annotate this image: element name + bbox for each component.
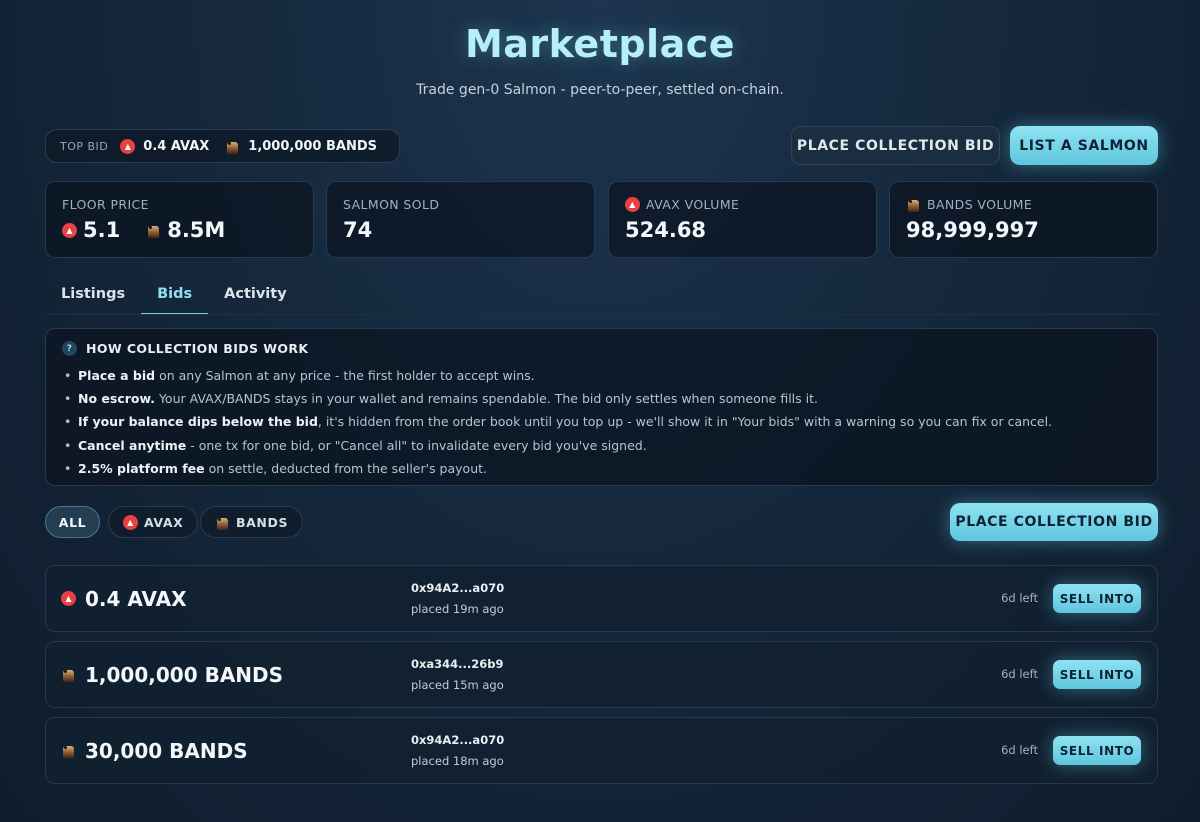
tab-bar: Listings Bids Activity [45, 279, 303, 315]
bid-amount: 1,000,000 BANDS [85, 662, 284, 687]
avax-icon: ▲ [62, 222, 77, 238]
bid-row: 30,000 BANDS 0x94A2...a070 placed 18m ag… [45, 717, 1158, 784]
bid-time-left: 6d left [1001, 591, 1038, 605]
tab-bids[interactable]: Bids [141, 279, 209, 315]
top-bid-avax: 0.4 AVAX [143, 138, 210, 154]
info-item: If your balance dips below the bid, it's… [62, 410, 1141, 433]
bid-amount: 30,000 BANDS [85, 738, 248, 763]
info-item: No escrow. Your AVAX/BANDS stays in your… [62, 387, 1141, 410]
avax-icon: ▲ [120, 138, 136, 154]
floor-price-avax: 5.1 [83, 218, 121, 242]
sell-into-button[interactable]: SELL INTO [1053, 584, 1141, 613]
filter-all[interactable]: ALL [45, 506, 100, 538]
sell-into-button[interactable]: SELL INTO [1053, 660, 1141, 689]
stat-card-bands-volume: BANDS VOLUME 98,999,997 [889, 181, 1158, 258]
info-item: 2.5% platform fee on settle, deducted fr… [62, 457, 1141, 480]
floor-price-bands: 8.5M [167, 218, 226, 242]
list-salmon-button[interactable]: LIST A SALMON [1010, 126, 1158, 165]
place-collection-bid-button-header[interactable]: PLACE COLLECTION BID [791, 126, 1000, 165]
bidder-address[interactable]: 0x94A2...a070 [411, 581, 504, 595]
bidder-address[interactable]: 0xa344...26b9 [411, 657, 504, 671]
bid-time-left: 6d left [1001, 743, 1038, 757]
question-icon: ? [62, 341, 77, 356]
stat-label: BANDS VOLUME [927, 197, 1033, 212]
bid-placed-time: placed 15m ago [411, 678, 504, 692]
bid-row: 1,000,000 BANDS 0xa344...26b9 placed 15m… [45, 641, 1158, 708]
filter-avax[interactable]: ▲ AVAX [108, 506, 199, 538]
tab-divider [45, 314, 1158, 315]
top-bid-badge: TOP BID ▲ 0.4 AVAX 1,000,000 BANDS [45, 129, 401, 163]
sell-into-button[interactable]: SELL INTO [1053, 736, 1141, 765]
bid-placed-time: placed 19m ago [411, 602, 504, 616]
filter-label: AVAX [144, 514, 184, 530]
filter-bands[interactable]: BANDS [200, 506, 304, 538]
collection-bids-info-panel: ? HOW COLLECTION BIDS WORK Place a bid o… [45, 328, 1158, 486]
bidder-address[interactable]: 0x94A2...a070 [411, 733, 504, 747]
tab-listings[interactable]: Listings [45, 279, 141, 315]
bid-time-left: 6d left [1001, 667, 1038, 681]
bands-icon [61, 743, 76, 758]
place-collection-bid-button[interactable]: PLACE COLLECTION BID [950, 503, 1158, 541]
page-subtitle: Trade gen-0 Salmon - peer-to-peer, settl… [416, 82, 784, 98]
bands-icon [906, 197, 921, 212]
bands-icon [225, 139, 240, 154]
info-list: Place a bid on any Salmon at any price -… [62, 364, 1141, 480]
info-title: HOW COLLECTION BIDS WORK [86, 341, 309, 356]
stat-card-avax-volume: ▲ AVAX VOLUME 524.68 [608, 181, 877, 258]
bands-volume-value: 98,999,997 [906, 218, 1039, 242]
bands-icon [215, 515, 230, 530]
stat-label: FLOOR PRICE [62, 197, 149, 212]
info-item: Cancel anytime - one tx for one bid, or … [62, 434, 1141, 457]
top-bid-bands: 1,000,000 BANDS [248, 138, 378, 154]
top-bid-label: TOP BID [60, 139, 109, 153]
stat-label: SALMON SOLD [343, 197, 440, 212]
avax-icon: ▲ [61, 591, 76, 606]
filter-label: BANDS [236, 514, 289, 530]
tab-activity[interactable]: Activity [208, 279, 303, 315]
avax-volume-value: 524.68 [625, 218, 707, 242]
stat-label: AVAX VOLUME [646, 197, 740, 212]
stat-card-salmon-sold: SALMON SOLD 74 [326, 181, 595, 258]
bands-icon [61, 667, 76, 682]
avax-icon: ▲ [123, 514, 138, 530]
bid-amount: 0.4 AVAX [85, 586, 187, 611]
bid-placed-time: placed 18m ago [411, 754, 504, 768]
bands-icon [146, 223, 161, 238]
bid-row: ▲ 0.4 AVAX 0x94A2...a070 placed 19m ago … [45, 565, 1158, 632]
filter-label: ALL [58, 514, 87, 530]
stat-card-floor-price: FLOOR PRICE ▲ 5.1 8.5M [45, 181, 314, 258]
page-title: Marketplace [464, 22, 736, 66]
salmon-sold-value: 74 [343, 218, 373, 242]
info-item: Place a bid on any Salmon at any price -… [62, 364, 1141, 387]
avax-icon: ▲ [625, 197, 640, 212]
